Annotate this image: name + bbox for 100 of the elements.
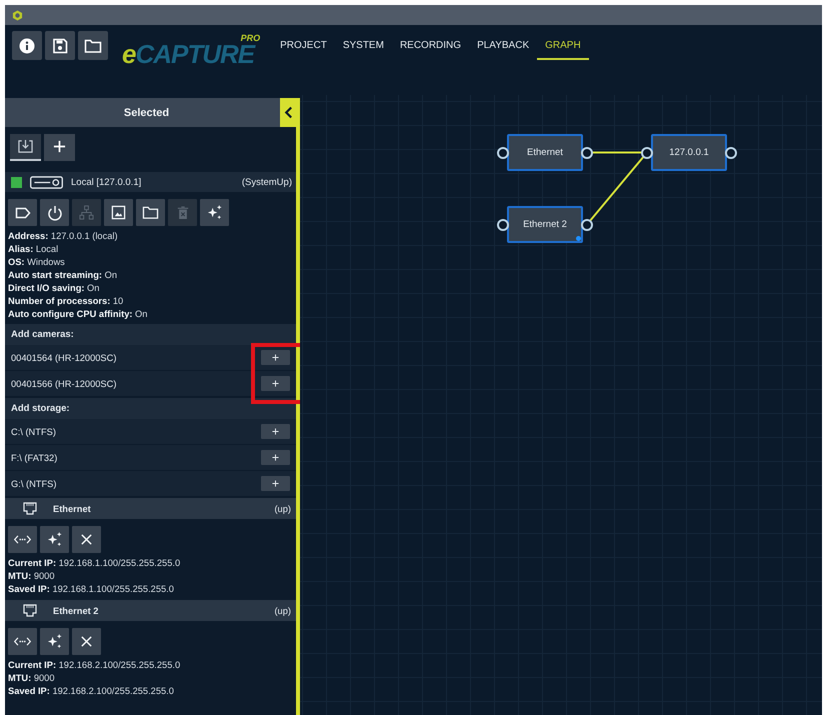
graph-node[interactable]: Ethernet (507, 134, 583, 171)
nav-tab[interactable]: PLAYBACK (469, 36, 538, 60)
collapse-button[interactable] (280, 98, 296, 127)
property-text: OS: Windows (8, 256, 66, 269)
add-tab[interactable] (44, 134, 75, 161)
info-icon (19, 38, 35, 54)
system-name: Local [127.0.0.1] (71, 176, 142, 188)
close-icon (80, 635, 93, 648)
tag-button[interactable] (8, 199, 37, 226)
nav-tab[interactable]: GRAPH (537, 36, 589, 60)
property-text: Alias: Local (8, 243, 60, 256)
property-text: Current IP: 192.168.1.100/255.255.255.0 (8, 557, 182, 570)
tag-icon (14, 206, 30, 218)
property-text: Number of processors: 10 (8, 295, 124, 308)
info-button[interactable] (12, 31, 42, 60)
save-button[interactable] (45, 31, 75, 60)
system-row[interactable]: Local [127.0.0.1] (SystemUp) (5, 172, 296, 192)
add-button[interactable] (261, 376, 290, 391)
connector-line (589, 156, 645, 222)
nav-tab[interactable]: SYSTEM (334, 36, 392, 60)
property-text: Address: 127.0.0.1 (local) (8, 230, 119, 243)
property-text: Saved IP: 192.168.2.100/255.255.255.0 (8, 685, 175, 698)
property-text: MTU: 9000 (8, 672, 56, 685)
interface-name: Ethernet 2 (53, 606, 100, 616)
add-button[interactable] (261, 476, 290, 491)
power-button[interactable] (40, 199, 69, 226)
folder-button[interactable] (136, 199, 165, 226)
ethernet-port-icon (23, 502, 37, 515)
add-button[interactable] (261, 450, 290, 465)
node-label: Ethernet 2 (523, 219, 567, 230)
add-button[interactable] (261, 424, 290, 439)
folder-icon (84, 38, 102, 54)
property-text: Auto configure CPU affinity: On (8, 308, 148, 321)
trash-icon (176, 206, 188, 220)
plus-icon (53, 140, 66, 153)
graph-node[interactable]: 127.0.0.1 (651, 134, 727, 171)
sparkle-icon (46, 531, 63, 548)
sparkle-icon (206, 204, 223, 221)
close-button[interactable] (72, 526, 101, 553)
chevron-left-icon (284, 106, 292, 119)
camera-name: 00401564 (HR-12000SC) (11, 352, 118, 362)
system-status: (SystemUp) (242, 176, 292, 188)
property-text: Auto start streaming: On (8, 269, 118, 282)
input-port[interactable] (641, 146, 653, 158)
interface-status: (up) (274, 606, 291, 616)
code-button[interactable] (8, 526, 37, 553)
property-text: MTU: 9000 (8, 570, 56, 583)
input-port[interactable] (497, 218, 509, 230)
app-logo: eCAPTURE PRO (122, 33, 260, 69)
plus-icon (272, 480, 279, 487)
node-label: Ethernet (527, 147, 563, 158)
folder-icon (142, 205, 159, 220)
interface-header[interactable]: Ethernet 2 (up) (5, 600, 296, 621)
app-icon (12, 10, 23, 20)
output-port[interactable] (725, 146, 737, 158)
panel-title: Selected (124, 106, 170, 118)
open-button[interactable] (78, 31, 108, 60)
network-icon (79, 205, 94, 220)
sparkle-icon (46, 633, 63, 650)
code-button[interactable] (8, 628, 37, 655)
image-icon (111, 205, 126, 220)
sparkle-button[interactable] (40, 628, 69, 655)
close-button[interactable] (72, 628, 101, 655)
plus-icon (272, 380, 279, 387)
output-port[interactable] (581, 218, 593, 230)
output-port[interactable] (581, 146, 593, 158)
interface-header[interactable]: Ethernet (up) (5, 498, 296, 519)
sparkle-button[interactable] (200, 199, 229, 226)
add-button[interactable] (261, 350, 290, 365)
connector-line (592, 152, 642, 154)
power-icon (46, 204, 62, 220)
input-port[interactable] (497, 146, 509, 158)
drive-icon (29, 176, 64, 188)
drive-name: C:\ (NTFS) (11, 426, 57, 436)
graph-canvas[interactable]: Ethernet 127.0.0.1 Ethernet 2 (300, 95, 822, 715)
download-tab[interactable] (10, 134, 41, 161)
property-text: Saved IP: 192.168.1.100/255.255.255.0 (8, 583, 175, 596)
code-icon (13, 636, 32, 647)
save-icon (52, 38, 68, 54)
download-icon (17, 139, 34, 154)
code-icon (13, 534, 32, 545)
interface-status: (up) (274, 504, 291, 514)
node-label: 127.0.0.1 (669, 147, 709, 158)
nav-tab[interactable]: RECORDING (392, 36, 470, 60)
plus-icon (272, 454, 279, 461)
property-text: Direct I/O saving: On (8, 282, 100, 295)
nav-tab[interactable]: PROJECT (272, 36, 335, 60)
plus-icon (272, 354, 279, 361)
graph-node[interactable]: Ethernet 2 (507, 206, 583, 243)
drive-name: F:\ (FAT32) (11, 452, 58, 462)
image-button[interactable] (104, 199, 133, 226)
ethernet-port-icon (23, 604, 37, 617)
resize-handle[interactable] (576, 236, 581, 241)
interface-name: Ethernet (53, 504, 92, 514)
plus-icon (272, 428, 279, 435)
camera-name: 00401566 (HR-12000SC) (11, 378, 118, 388)
property-text: Current IP: 192.168.2.100/255.255.255.0 (8, 659, 182, 672)
sparkle-button[interactable] (40, 526, 69, 553)
close-icon (80, 533, 93, 546)
section-title: Add storage: (11, 403, 70, 414)
